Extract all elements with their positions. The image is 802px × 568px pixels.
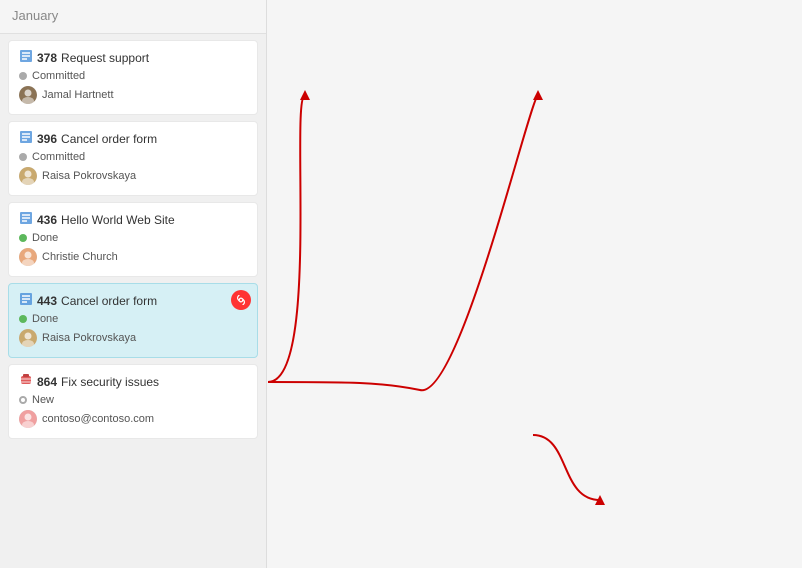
card-status-row: Done (19, 232, 247, 244)
card-assignee-row: Christie Church (19, 248, 247, 266)
status-label: Committed (32, 151, 85, 163)
card-864[interactable]: 864 Fix security issues New contoso@conto… (8, 364, 258, 439)
card-id-label: 396 (37, 132, 57, 146)
card-id-label: 443 (37, 294, 57, 308)
avatar (19, 167, 37, 185)
column-header-january: January (0, 0, 266, 34)
card-title-label: Request support (61, 51, 149, 65)
card-title-label: Fix security issues (61, 375, 159, 389)
status-label: Done (32, 313, 58, 325)
card-status-row: Done (19, 313, 247, 325)
card-assignee-row: Jamal Hartnett (19, 86, 247, 104)
card-443[interactable]: 443 Cancel order formDone Raisa Pokrovsk… (8, 283, 258, 358)
status-dot (19, 315, 27, 323)
card-assignee-row: Raisa Pokrovskaya (19, 167, 247, 185)
card-status-row: New (19, 394, 247, 406)
status-label: New (32, 394, 54, 406)
assignee-name: Christie Church (42, 251, 118, 263)
assignee-name: Raisa Pokrovskaya (42, 332, 136, 344)
card-id-label: 436 (37, 213, 57, 227)
status-dot (19, 396, 27, 404)
task-icon (19, 49, 33, 66)
avatar (19, 329, 37, 347)
avatar (19, 410, 37, 428)
card-status-row: Committed (19, 151, 247, 163)
avatar (19, 86, 37, 104)
assignee-name: Raisa Pokrovskaya (42, 170, 136, 182)
card-title-label: Cancel order form (61, 294, 157, 308)
card-396[interactable]: 396 Cancel order form Committed Raisa Pok… (8, 121, 258, 196)
card-436[interactable]: 436 Hello World Web SiteDone Christie Ch… (8, 202, 258, 277)
task-icon (19, 292, 33, 309)
card-title-label: Cancel order form (61, 132, 157, 146)
card-status-row: Committed (19, 70, 247, 82)
cards-container-january: 378 Request support Committed Jamal Hartn… (0, 34, 266, 568)
card-id-label: 864 (37, 375, 57, 389)
task-icon (19, 130, 33, 147)
status-dot (19, 72, 27, 80)
link-button[interactable] (231, 290, 251, 310)
avatar (19, 248, 37, 266)
calendar-grid: January 378 Request support Committed Jam… (0, 0, 802, 568)
assignee-name: Jamal Hartnett (42, 89, 114, 101)
status-label: Committed (32, 70, 85, 82)
card-assignee-row: contoso@contoso.com (19, 410, 247, 428)
task-icon (19, 211, 33, 228)
card-title-label: Hello World Web Site (61, 213, 175, 227)
status-dot (19, 153, 27, 161)
status-dot (19, 234, 27, 242)
task-icon (19, 373, 33, 390)
card-378[interactable]: 378 Request support Committed Jamal Hartn… (8, 40, 258, 115)
card-id-label: 378 (37, 51, 57, 65)
assignee-name: contoso@contoso.com (42, 413, 154, 425)
card-assignee-row: Raisa Pokrovskaya (19, 329, 247, 347)
column-january: January 378 Request support Committed Jam… (0, 0, 267, 568)
status-label: Done (32, 232, 58, 244)
